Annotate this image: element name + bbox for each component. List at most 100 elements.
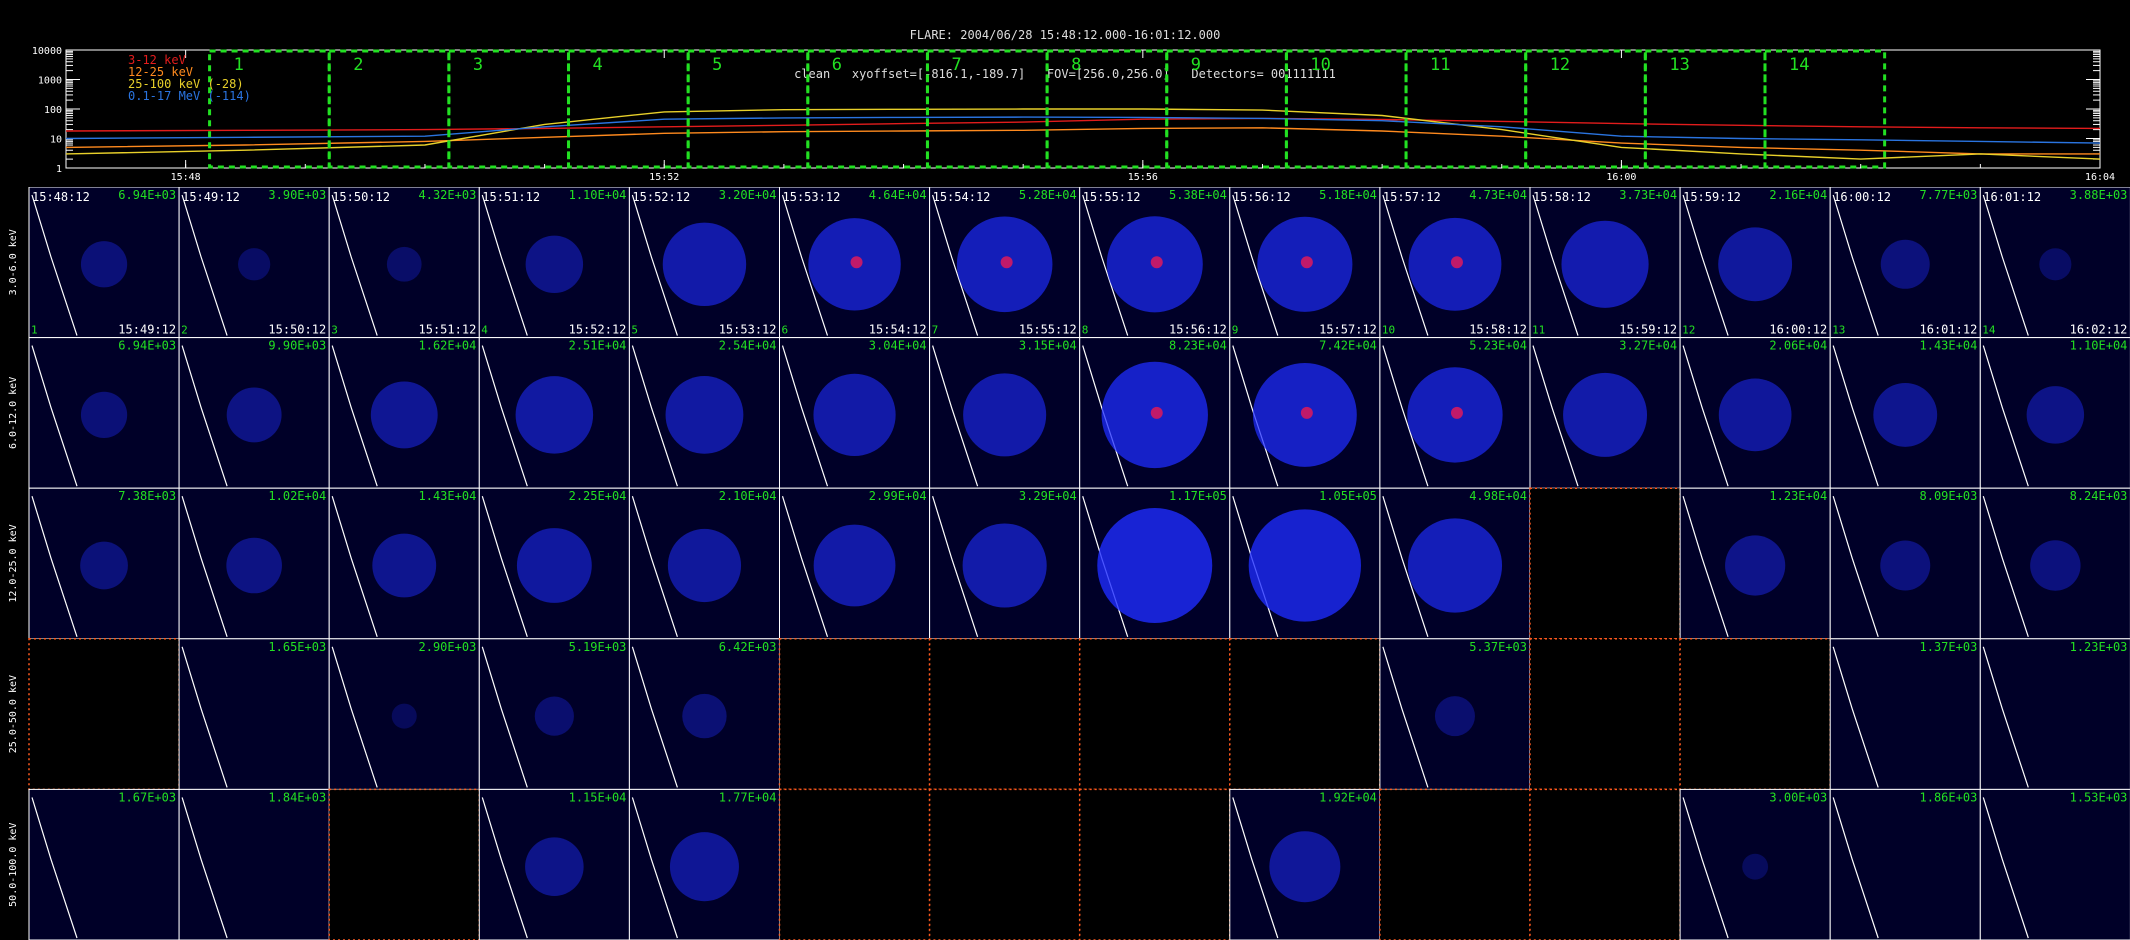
peak-value-label: 3.90E+03 — [268, 188, 326, 202]
image-cell: 1.53E+03 — [1979, 788, 2130, 940]
source-emission — [226, 537, 282, 594]
y-tick-label: 10 — [50, 135, 62, 146]
interval-label: 8 — [1071, 55, 1081, 75]
image-cell: 3.04E+04 — [779, 337, 931, 489]
start-time-label: 15:54:12 — [933, 190, 991, 204]
peak-value-label: 1.23E+04 — [1769, 489, 1827, 503]
image-cell: 5.28E+04 15:54:12 15:55:12 7 — [929, 187, 1081, 339]
image-cell: 1.10E+04 15:51:12 15:52:12 4 — [478, 187, 630, 339]
start-time-label: 16:00:12 — [1833, 190, 1891, 204]
image-cell: 1.17E+05 — [1079, 487, 1231, 640]
peak-value-label: 5.23E+04 — [1469, 339, 1527, 353]
source-emission — [391, 703, 417, 729]
image-cell: 3.90E+03 15:49:12 15:50:12 2 — [178, 187, 330, 339]
peak-value-label: 5.28E+04 — [1019, 188, 1077, 202]
peak-value-label: 1.23E+03 — [2070, 640, 2128, 654]
x-tick-label: 15:52 — [649, 172, 679, 183]
image-cell: 7.77E+03 16:00:12 16:01:12 13 — [1829, 187, 1981, 339]
peak-value-label: 5.19E+03 — [569, 640, 627, 654]
peak-value-label: 1.65E+03 — [268, 640, 326, 654]
source-emission — [1718, 378, 1792, 452]
start-time-label: 16:01:12 — [1983, 190, 2041, 204]
image-cell: 6.94E+03 — [28, 337, 180, 489]
row-energy-label: 3.0-6.0 keV — [8, 229, 19, 295]
peak-value-label: 1.77E+04 — [719, 790, 777, 804]
image-cell: 8.23E+04 — [1079, 337, 1231, 489]
interval-label: 4 — [593, 55, 603, 75]
source-emission — [813, 373, 896, 456]
interval-number-label: 11 — [1532, 324, 1545, 337]
image-cell — [928, 638, 1081, 791]
x-tick-label: 16:04 — [2085, 172, 2115, 183]
source-emission — [525, 837, 584, 896]
source-core — [850, 256, 863, 269]
end-time-label: 15:49:12 — [118, 323, 176, 337]
image-cell: 1.02E+04 — [178, 487, 330, 640]
interval-label: 10 — [1310, 55, 1330, 75]
peak-value-label: 3.88E+03 — [2070, 188, 2128, 202]
source-emission — [962, 523, 1047, 608]
cell-frame — [1829, 638, 1981, 790]
peak-value-label: 2.90E+03 — [419, 640, 477, 654]
image-cell — [328, 788, 481, 940]
x-tick-label: 15:56 — [1128, 172, 1158, 183]
source-core — [1450, 256, 1463, 269]
x-tick-label: 16:00 — [1606, 172, 1636, 183]
cell-frame — [178, 788, 330, 940]
interval-number-label: 14 — [1982, 324, 1996, 337]
y-tick-label: 100 — [44, 105, 62, 116]
source-emission — [1407, 518, 1503, 613]
source-emission — [525, 235, 584, 294]
peak-value-label: 2.25E+04 — [569, 489, 627, 503]
image-cell: 5.19E+03 — [478, 638, 630, 790]
source-emission — [2030, 540, 2081, 591]
image-cell — [28, 638, 180, 791]
end-time-label: 15:58:12 — [1469, 323, 1527, 337]
image-cell: 6.42E+03 — [628, 638, 781, 790]
image-cell: 1.84E+03 — [178, 788, 330, 940]
source-emission — [665, 375, 744, 454]
image-cell: 5.38E+04 15:55:12 15:56:12 8 — [1079, 187, 1231, 339]
source-core — [1450, 406, 1463, 419]
interval-number-label: 4 — [481, 324, 488, 337]
source-core — [1300, 256, 1313, 269]
image-cell: 1.23E+03 — [1979, 638, 2130, 790]
source-emission — [1718, 227, 1793, 302]
end-time-label: 15:56:12 — [1169, 323, 1227, 337]
interval-box — [1284, 49, 1408, 169]
end-time-label: 15:54:12 — [869, 323, 927, 337]
image-cell — [1078, 638, 1231, 791]
y-tick-label: 10000 — [32, 46, 62, 57]
peak-value-label: 1.84E+03 — [268, 790, 326, 804]
legend-entry: 0.1-17 MeV (-114) — [128, 89, 251, 103]
interval-number-label: 12 — [1682, 324, 1695, 337]
interval-label: 12 — [1550, 55, 1570, 75]
source-emission — [370, 381, 438, 449]
lightcurve-plot: 10000 1000 100 10 1 15:48 15:52 15:56 16:00 16:04… — [32, 46, 2115, 183]
interval-label: 11 — [1430, 55, 1450, 75]
empty-cell-frame — [1078, 638, 1231, 791]
image-cell: 1.62E+04 — [328, 337, 480, 489]
image-cell: 4.32E+03 15:50:12 15:51:12 3 — [328, 187, 480, 339]
end-time-label: 16:01:12 — [1920, 323, 1978, 337]
source-emission — [80, 241, 128, 288]
peak-value-label: 1.53E+03 — [2070, 790, 2128, 804]
source-emission — [2039, 248, 2072, 281]
interval-number-label: 3 — [331, 324, 338, 337]
image-cell: 3.88E+03 16:01:12 16:02:12 14 — [1979, 187, 2130, 339]
source-emission — [669, 832, 739, 902]
peak-value-label: 2.06E+04 — [1769, 339, 1827, 353]
peak-value-label: 8.23E+04 — [1169, 339, 1227, 353]
interval-label: 7 — [951, 55, 961, 75]
image-cell: 1.43E+04 — [1829, 337, 1981, 489]
peak-value-label: 2.10E+04 — [719, 489, 777, 503]
peak-value-label: 3.20E+04 — [719, 188, 777, 202]
start-time-label: 15:48:12 — [32, 190, 90, 204]
source-emission — [1269, 831, 1341, 903]
cell-frame — [178, 638, 330, 790]
row-energy-label: 50.0-100.0 keV — [8, 823, 19, 907]
peak-value-label: 9.90E+03 — [268, 339, 326, 353]
source-emission — [238, 248, 271, 281]
source-emission — [1873, 382, 1938, 447]
image-cell: 1.05E+05 — [1229, 487, 1381, 640]
